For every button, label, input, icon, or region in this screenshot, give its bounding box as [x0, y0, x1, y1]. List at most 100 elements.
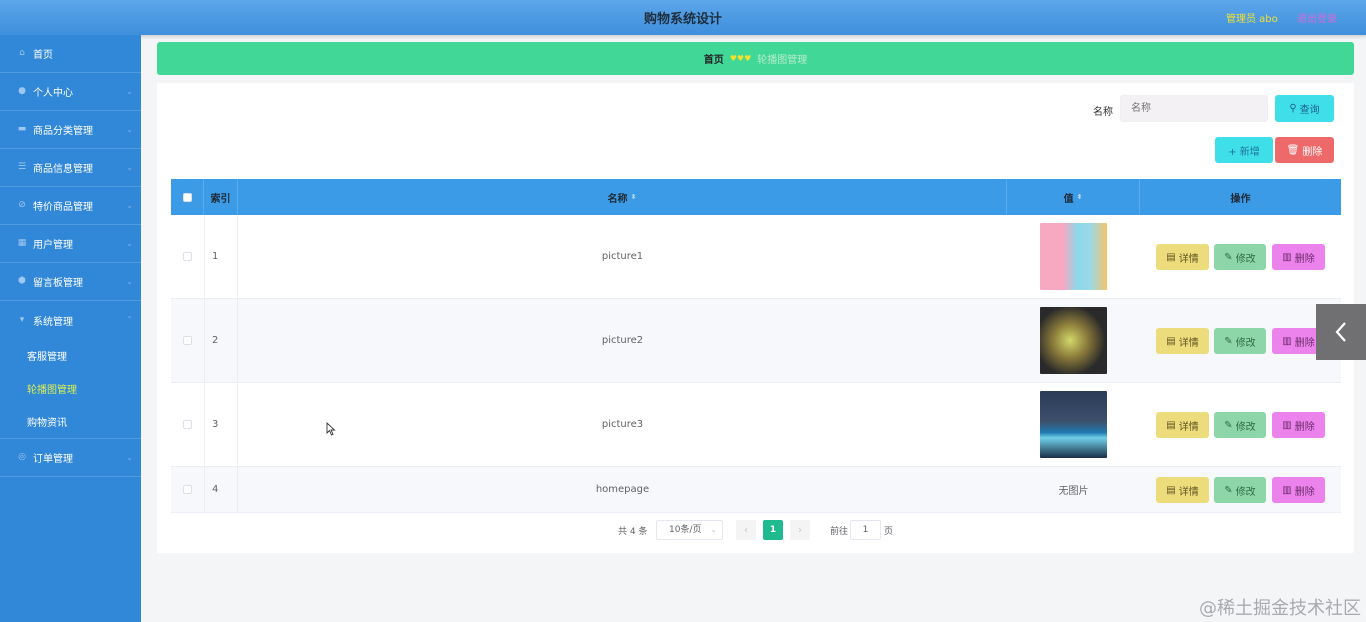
sidebar-item-discount[interactable]: ⊘ 特价商品管理 ⌄ [0, 187, 141, 225]
edit-label: 修改 [1235, 337, 1256, 349]
column-header-actions: 操作 [1230, 193, 1251, 205]
edit-icon: ✎ [1224, 335, 1233, 347]
search-label: 名称 [1093, 107, 1113, 118]
page-size-value: 10条/页 [669, 525, 702, 535]
sidebar-item-users[interactable]: ▦ 用户管理 ⌄ [0, 225, 141, 263]
users-icon: ▦ [17, 238, 27, 248]
settings-icon: ▾ [19, 314, 25, 325]
sidebar-item-orders[interactable]: ◎ 订单管理 ⌄ [0, 439, 141, 477]
row-checkbox-cell [171, 383, 204, 466]
table-row: 1 picture1 ▤ 详情 ✎ 修改 ▥ 删除 [171, 215, 1341, 299]
detail-button[interactable]: ▤ 详情 [1156, 328, 1209, 354]
detail-button[interactable]: ▤ 详情 [1156, 244, 1209, 270]
column-header-name-label: 名称 [607, 193, 628, 205]
row-checkbox[interactable] [183, 420, 192, 429]
row-checkbox[interactable] [183, 336, 192, 345]
edit-button[interactable]: ✎ 修改 [1214, 412, 1266, 438]
chevron-down-icon: ⌄ [126, 163, 133, 172]
delete-label: 删除 [1294, 421, 1315, 433]
column-header-value[interactable]: 值 ⬍ [1007, 179, 1140, 215]
column-header-name[interactable]: 名称 ⬍ [238, 179, 1007, 215]
heart-icon: ♥♥♥ [729, 54, 752, 63]
trash-icon: ▥ [1282, 419, 1292, 431]
row-checkbox[interactable] [183, 252, 192, 261]
edit-icon: ✎ [1224, 419, 1233, 431]
watermark-text: @稀土掘金技术社区 [1199, 598, 1361, 619]
page-number-current[interactable]: 1 [763, 520, 783, 540]
sidebar-item-label: 用户管理 [33, 240, 73, 251]
query-button[interactable]: ⚲ 查询 [1275, 95, 1334, 122]
page-suffix: 页 [884, 526, 894, 537]
category-icon: ▬ [17, 124, 27, 134]
system-menu-group: ▾ 系统管理 ⌃ 客服管理 轮播图管理 购物资讯 [0, 301, 141, 439]
delete-button[interactable]: ▥ 删除 [1272, 477, 1325, 503]
trash-icon: ▥ [1282, 484, 1292, 496]
batch-delete-button[interactable]: 🗑 删除 [1275, 137, 1334, 163]
home-icon: ⌂ [19, 48, 25, 58]
table-row: 4 homepage 无图片 ▤ 详情 ✎ 修改 ▥ 删除 [171, 467, 1341, 513]
document-icon: ▤ [1166, 251, 1176, 263]
sidebar-subitem-carousel[interactable]: 轮播图管理 [0, 372, 141, 405]
row-checkbox-cell [171, 299, 204, 382]
sidebar-subitem-news[interactable]: 购物资讯 [0, 405, 141, 438]
table-row: 3 picture3 ▤ 详情 ✎ 修改 ▥ 删除 [171, 383, 1341, 467]
row-checkbox-cell [171, 467, 204, 512]
select-all-checkbox[interactable] [182, 192, 192, 202]
sidebar-item-label: 商品信息管理 [33, 164, 93, 175]
breadcrumb: 首页 ♥♥♥ 轮播图管理 [157, 42, 1354, 75]
logout-link[interactable]: 退出登录 [1297, 10, 1337, 25]
row-index: 4 [212, 484, 219, 495]
edit-button[interactable]: ✎ 修改 [1214, 477, 1266, 503]
detail-label: 详情 [1178, 337, 1199, 349]
breadcrumb-home[interactable]: 首页 [704, 51, 724, 66]
page-size-select[interactable]: 10条/页 ⌄ [656, 520, 723, 540]
chevron-down-icon: ⌄ [126, 239, 133, 248]
thumbnail-image[interactable] [1040, 307, 1107, 374]
row-checkbox[interactable] [183, 485, 192, 494]
table-row: 2 picture2 ▤ 详情 ✎ 修改 ▥ 删除 [171, 299, 1341, 383]
sidebar-item-label: 个人中心 [33, 88, 73, 99]
sort-icon: ⬍ [1076, 193, 1083, 201]
table-header: 索引 名称 ⬍ 值 ⬍ 操作 [171, 179, 1341, 215]
detail-label: 详情 [1178, 421, 1199, 433]
chevron-up-icon: ⌃ [126, 315, 133, 324]
row-value [1007, 215, 1140, 298]
side-panel-toggle[interactable] [1316, 304, 1366, 360]
add-button[interactable]: + 新增 [1215, 137, 1273, 163]
sidebar-item-messages[interactable]: ⬢ 留言板管理 ⌄ [0, 263, 141, 301]
detail-button[interactable]: ▤ 详情 [1156, 412, 1209, 438]
edit-label: 修改 [1235, 253, 1256, 265]
delete-label: 删除 [1294, 486, 1315, 498]
goto-label: 前往 [830, 526, 849, 537]
row-value [1007, 299, 1140, 382]
search-icon: ⚲ [1289, 103, 1297, 114]
search-input[interactable] [1120, 95, 1268, 122]
thumbnail-image[interactable] [1040, 223, 1107, 290]
document-icon: ▤ [1166, 419, 1176, 431]
sidebar-item-home[interactable]: ⌂ 首页 [0, 35, 141, 73]
edit-icon: ✎ [1224, 484, 1233, 496]
admin-user-label: 管理员 abo [1226, 14, 1278, 25]
sidebar-item-product-info[interactable]: ☰ 商品信息管理 ⌄ [0, 149, 141, 187]
list-icon: ☰ [17, 162, 27, 172]
row-value-no-image: 无图片 [1058, 486, 1089, 497]
sidebar-item-system[interactable]: ▾ 系统管理 ⌃ [0, 301, 141, 339]
delete-button[interactable]: ▥ 删除 [1272, 412, 1325, 438]
sidebar-item-label: 留言板管理 [33, 278, 83, 289]
delete-button[interactable]: ▥ 删除 [1272, 244, 1325, 270]
next-page-button[interactable]: › [790, 520, 810, 540]
sidebar-item-category[interactable]: ▬ 商品分类管理 ⌄ [0, 111, 141, 149]
detail-label: 详情 [1178, 253, 1199, 265]
message-icon: ⬢ [18, 276, 26, 286]
goto-page-input[interactable]: 1 [850, 520, 881, 540]
detail-button[interactable]: ▤ 详情 [1156, 477, 1209, 503]
edit-icon: ✎ [1224, 251, 1233, 263]
trash-icon: ▥ [1282, 251, 1292, 263]
prev-page-button[interactable]: ‹ [736, 520, 756, 540]
sidebar-subitem-customer-service[interactable]: 客服管理 [0, 339, 141, 372]
thumbnail-image[interactable] [1040, 391, 1107, 458]
edit-button[interactable]: ✎ 修改 [1214, 244, 1266, 270]
sidebar-item-personal-center[interactable]: ● 个人中心 ⌄ [0, 73, 141, 111]
edit-button[interactable]: ✎ 修改 [1214, 328, 1266, 354]
query-button-label: 查询 [1299, 105, 1320, 116]
